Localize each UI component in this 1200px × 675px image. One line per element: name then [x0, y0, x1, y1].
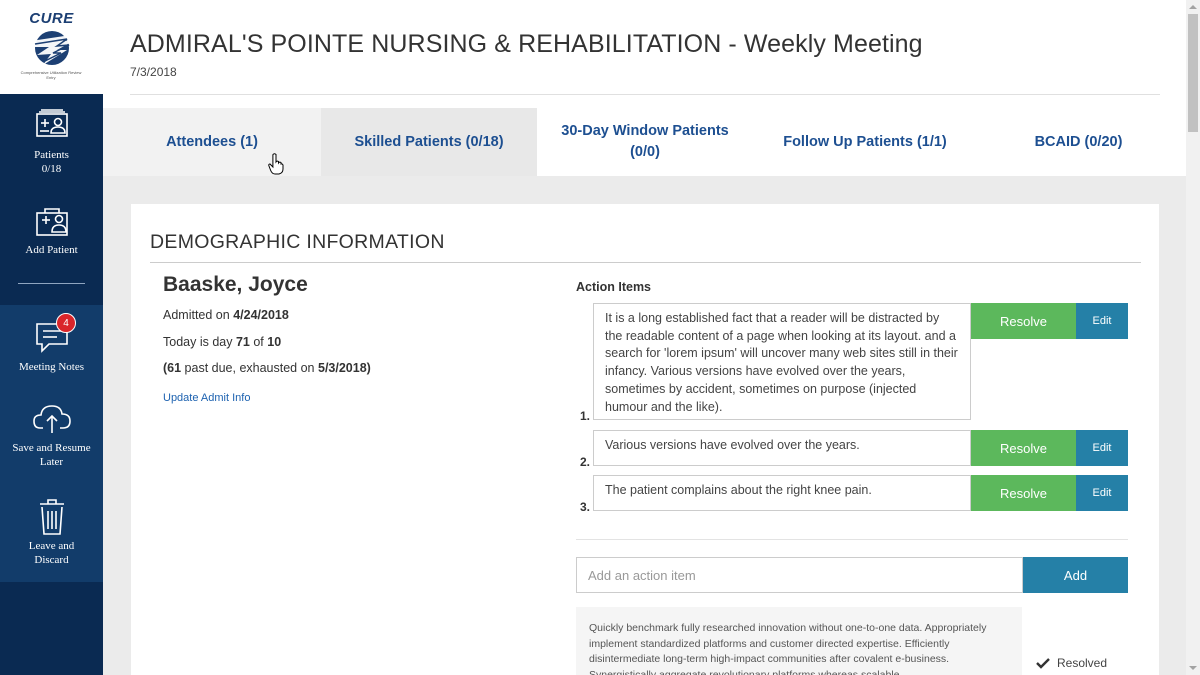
action-item-number: 1. [580, 409, 591, 423]
sidebar-patients-label: Patients [34, 149, 69, 161]
tab-bcaid[interactable]: BCAID (0/20) [977, 108, 1180, 176]
edit-button[interactable]: Edit [1076, 475, 1128, 511]
edit-button[interactable]: Edit [1076, 430, 1128, 466]
sidebar-save-resume-label-1: Save and Resume [12, 442, 91, 454]
sidebar-leave-discard-button[interactable]: Leave and Discard [0, 498, 103, 567]
tab-attendees[interactable]: Attendees (1) [103, 108, 321, 176]
meeting-date: 7/3/2018 [130, 65, 177, 79]
tab-30-day-window[interactable]: 30-Day Window Patients (0/0) [537, 108, 753, 176]
sidebar-add-patient-label: Add Patient [25, 244, 78, 256]
section-title: DEMOGRAPHIC INFORMATION [150, 231, 445, 253]
logo-subtext: Comprehensive Utilization Review Entry [20, 70, 82, 80]
trash-icon [39, 499, 64, 535]
action-item-number: 2. [580, 455, 591, 469]
vertical-scrollbar[interactable] [1186, 0, 1200, 675]
page-header: ADMIRAL'S POINTE NURSING & REHABILITATIO… [130, 30, 1160, 79]
scrollbar-thumb[interactable] [1188, 14, 1198, 132]
edit-button[interactable]: Edit [1076, 303, 1128, 339]
day-info: Today is day 71 of 10 [163, 335, 281, 349]
scroll-up-arrow-icon[interactable] [1189, 5, 1197, 9]
tab-follow-up-label: Follow Up Patients (1/1) [783, 133, 947, 150]
cloud-upload-icon [32, 405, 71, 433]
sidebar-save-resume-label-2: Later [39, 456, 64, 468]
sidebar-save-resume-button[interactable]: Save and Resume Later [0, 402, 103, 469]
admitted-prefix: Admitted on [163, 308, 234, 322]
resolved-label: Resolved [1057, 656, 1108, 670]
action-items-title: Action Items [576, 280, 652, 294]
sidebar-leave-discard-label-2: Discard [34, 554, 69, 566]
section-divider [150, 262, 1141, 263]
tabs-bar: Attendees (1) Skilled Patients (0/18) 30… [103, 108, 1186, 176]
sidebar-leave-discard-label-1: Leave and [28, 540, 75, 552]
action-item-number: 3. [580, 500, 591, 514]
day-total: 10 [267, 335, 282, 349]
tab-follow-up[interactable]: Follow Up Patients (1/1) [753, 108, 977, 176]
scroll-down-arrow-icon[interactable] [1189, 666, 1197, 670]
day-of: of [249, 335, 268, 349]
action-item-text: The patient complains about the right kn… [593, 475, 971, 511]
tab-30-day-window-label-2: (0/0) [630, 144, 660, 160]
logo-emblem-icon [31, 31, 75, 65]
logo-text: CURE [29, 10, 74, 27]
hand-cursor-icon [268, 153, 284, 175]
sidebar-patients-count: 0/18 [41, 163, 62, 175]
logo[interactable]: CURE Comprehensive Utilization Review En… [0, 0, 103, 94]
resolve-button[interactable]: Resolve [971, 303, 1076, 339]
meeting-notes-badge: 4 [56, 313, 76, 333]
tab-30-day-window-label-1: 30-Day Window Patients [561, 123, 729, 139]
tab-skilled-patients[interactable]: Skilled Patients (0/18) [321, 108, 537, 176]
tab-attendees-label: Attendees (1) [166, 133, 258, 150]
resolved-action-item-text: Quickly benchmark fully researched innov… [576, 607, 1022, 675]
action-item-text: It is a long established fact that a rea… [593, 303, 971, 420]
past-due-days: 61 [167, 361, 182, 375]
sidebar-meeting-notes-label: Meeting Notes [18, 361, 85, 373]
check-icon [1036, 658, 1050, 669]
action-item-text: Various versions have evolved over the y… [593, 430, 971, 466]
add-action-item-button[interactable]: Add [1023, 557, 1128, 593]
tab-skilled-patients-label: Skilled Patients (0/18) [354, 133, 504, 150]
resolved-status: Resolved [1036, 656, 1107, 670]
add-patient-icon [35, 208, 68, 236]
past-due-text: past due, exhausted on [181, 361, 318, 375]
sidebar-meeting-notes-button[interactable]: Meeting Notes [0, 320, 103, 374]
resolve-button[interactable]: Resolve [971, 430, 1076, 466]
day-number: 71 [235, 335, 250, 349]
sidebar-divider [18, 283, 85, 284]
sidebar-add-patient-button[interactable]: Add Patient [0, 206, 103, 257]
action-items-divider [576, 539, 1128, 540]
patient-name: Baaske, Joyce [163, 273, 308, 296]
admitted-date: 4/24/2018 [233, 308, 289, 322]
tab-bcaid-label: BCAID (0/20) [1034, 133, 1123, 150]
exhausted-date: 5/3/2018) [318, 361, 371, 375]
patients-list-icon [35, 109, 68, 137]
add-action-item-input[interactable] [576, 557, 1023, 593]
day-prefix: Today is day [163, 335, 236, 349]
update-admit-info-link[interactable]: Update Admit Info [163, 392, 250, 404]
page-title: ADMIRAL'S POINTE NURSING & REHABILITATIO… [130, 30, 923, 58]
resolve-button[interactable]: Resolve [971, 475, 1076, 511]
admitted-info: Admitted on 4/24/2018 [163, 308, 289, 322]
sidebar-patients-button[interactable]: Patients 0/18 [0, 108, 103, 176]
header-divider [130, 94, 1160, 95]
past-due-info: (61 past due, exhausted on 5/3/2018) [163, 361, 371, 375]
